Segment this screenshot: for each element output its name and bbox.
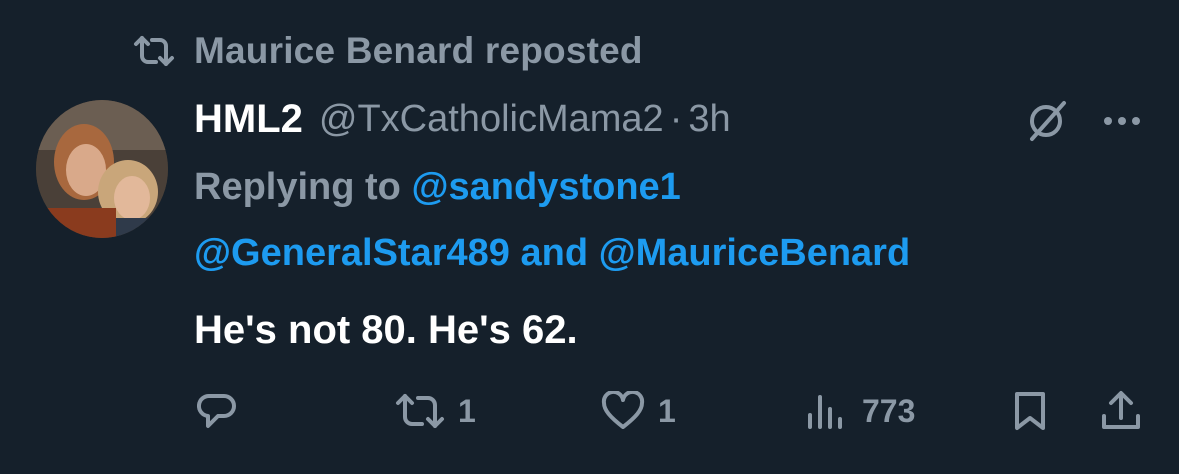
replying-to-label: Replying to [194, 166, 401, 208]
share-button[interactable] [1100, 384, 1142, 438]
action-bar: 1 1 773 [0, 384, 1179, 438]
repost-indicator[interactable]: Maurice Benard reposted [132, 28, 643, 74]
views-button[interactable]: 773 [806, 384, 915, 438]
like-button[interactable]: 1 [600, 384, 676, 438]
avatar[interactable] [36, 100, 168, 238]
display-name[interactable]: HML2 [194, 97, 303, 142]
mention-sandystone1[interactable]: @sandystone1 [411, 166, 680, 208]
header-actions [1024, 96, 1142, 146]
mention-generalstar489[interactable]: @GeneralStar489 [194, 232, 510, 274]
like-count: 1 [658, 392, 676, 429]
views-icon [806, 391, 850, 431]
tweet-header: HML2 @TxCatholicMama2 · 3h [194, 94, 731, 144]
tweet-text: He's not 80. He's 62. [194, 308, 578, 352]
replying-to-line: Replying to @sandystone1 [194, 160, 681, 214]
repost-icon [132, 34, 176, 68]
and-connector: and [520, 232, 589, 274]
share-icon [1100, 390, 1142, 432]
repost-count: 1 [458, 392, 476, 429]
grok-icon[interactable] [1024, 99, 1068, 143]
reply-icon [196, 390, 238, 432]
more-options-icon[interactable] [1102, 115, 1142, 127]
reply-button[interactable] [196, 384, 238, 438]
mention-mauricebenard[interactable]: @MauriceBenard [599, 232, 911, 274]
bookmark-icon [1012, 390, 1048, 432]
like-icon [600, 391, 646, 431]
separator-dot: · [669, 97, 683, 140]
bookmark-button[interactable] [1012, 384, 1048, 438]
repost-icon [394, 391, 446, 431]
user-handle[interactable]: @TxCatholicMama2 [319, 98, 664, 141]
replying-to-line-2: @GeneralStar489 and @MauriceBenard [194, 226, 910, 280]
repost-button[interactable]: 1 [394, 384, 476, 438]
timestamp[interactable]: 3h [688, 98, 730, 141]
views-count: 773 [862, 392, 916, 429]
repost-label[interactable]: Maurice Benard reposted [194, 30, 643, 72]
